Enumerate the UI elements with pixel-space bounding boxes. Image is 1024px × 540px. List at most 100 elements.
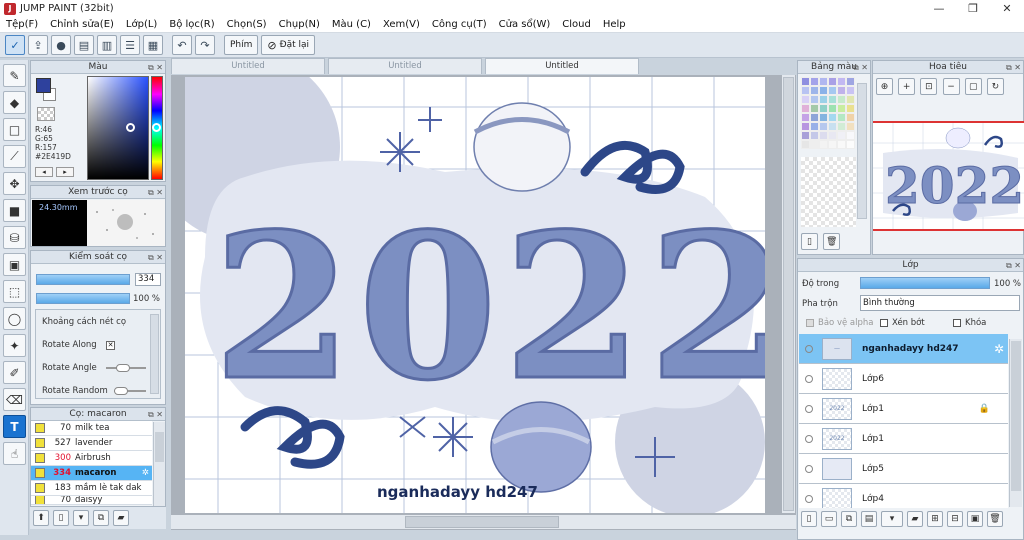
menu-window[interactable]: Cửa sổ(W) — [493, 19, 557, 30]
panel-float-icon[interactable]: ⧉ ✕ — [1006, 260, 1021, 272]
palette-swatch[interactable] — [819, 95, 828, 104]
spacing-option[interactable]: Khoảng cách nét cọ — [42, 317, 126, 327]
layer-settings-gear-icon[interactable]: ✲ — [994, 342, 1004, 356]
palette-swatch[interactable] — [801, 104, 810, 113]
palette-swatch[interactable] — [828, 104, 837, 113]
artwork-canvas[interactable]: 2022 nganhadayy hd247 — [185, 77, 765, 513]
reset-button[interactable]: ⊘ Đặt lại — [261, 35, 316, 55]
layer-visibility-icon[interactable] — [805, 434, 813, 443]
layer-visibility-icon[interactable] — [805, 404, 813, 413]
hand-tool-icon[interactable]: ☝ — [3, 442, 26, 465]
line-tool-icon[interactable]: ⟋ — [3, 145, 26, 168]
brush-download-icon[interactable]: ⬆ — [33, 510, 49, 526]
palette-scrollbar[interactable] — [857, 83, 867, 219]
brush-settings-gear-icon[interactable]: ✲ — [142, 468, 149, 478]
shortcut-key-button[interactable]: Phím — [224, 35, 259, 55]
palette-swatch[interactable] — [837, 86, 846, 95]
menu-select[interactable]: Chọn(S) — [221, 19, 273, 30]
zoom-fit-icon[interactable]: ⊕ — [876, 78, 893, 95]
fit-window-icon[interactable]: ⊡ — [920, 78, 938, 95]
palette-swatch[interactable] — [846, 95, 855, 104]
grid-edit-icon[interactable]: ▦ — [143, 35, 163, 55]
tab-untitled-active[interactable]: Untitled — [485, 58, 639, 74]
brush-item[interactable]: 183 mầm lè tak dak — [31, 481, 152, 496]
marquee-tool-icon[interactable]: ⬚ — [3, 280, 26, 303]
palette-swatch[interactable] — [828, 131, 837, 140]
blend-mode-select[interactable]: Bình thường — [860, 295, 1020, 311]
main-color-swatch[interactable] — [36, 78, 51, 93]
zoom-in-icon[interactable]: + — [898, 78, 916, 95]
palette-swatch[interactable] — [837, 77, 846, 86]
canvas-vertical-scrollbar[interactable] — [782, 75, 795, 513]
canvas-vscroll-thumb[interactable] — [783, 77, 794, 511]
bucket-tool-icon[interactable]: ⛁ — [3, 226, 26, 249]
copy-layer-icon[interactable]: ⧉ — [841, 511, 857, 527]
canvas-horizontal-scrollbar[interactable] — [171, 515, 796, 529]
layer-settings-icon[interactable]: ▤ — [861, 511, 877, 527]
palette-swatch[interactable] — [810, 104, 819, 113]
layer-folder-icon[interactable]: ▰ — [907, 511, 923, 527]
layer-list-scrollbar[interactable] — [1009, 339, 1022, 507]
maximize-button[interactable]: ❐ — [956, 0, 990, 17]
brush-item-selected[interactable]: 334 macaron ✲ — [31, 466, 152, 481]
delete-layer-icon[interactable]: 🗑 — [987, 511, 1003, 527]
menu-layer[interactable]: Lớp(L) — [120, 19, 163, 30]
layer-opacity-slider[interactable] — [860, 277, 990, 289]
rotate-random-option[interactable]: Rotate Random — [42, 386, 108, 396]
menu-help[interactable]: Help — [597, 19, 632, 30]
transparent-color-swatch[interactable] — [37, 107, 55, 121]
menu-view[interactable]: Xem(V) — [377, 19, 426, 30]
panel-float-icon[interactable]: ⧉ ✕ — [148, 187, 163, 199]
palette-swatch[interactable] — [828, 140, 837, 149]
menu-filter[interactable]: Bộ lọc(R) — [163, 19, 220, 30]
color-mode-button[interactable]: ◂ — [35, 167, 53, 177]
brush-tool-icon[interactable]: ✎ — [3, 64, 26, 87]
palette-swatch[interactable] — [846, 113, 855, 122]
palette-swatch[interactable] — [819, 113, 828, 122]
brush-list-scrollbar[interactable] — [153, 422, 165, 506]
brush-item[interactable]: 70 daisyy — [31, 496, 152, 505]
layer-visibility-icon[interactable] — [805, 464, 813, 473]
brush-opacity-slider[interactable] — [36, 293, 130, 304]
panel-icon[interactable]: ▤ — [74, 35, 94, 55]
layer-row[interactable]: Lớp6 — [799, 364, 1008, 394]
select-eraser-tool-icon[interactable]: ⌫ — [3, 388, 26, 411]
palette-swatch[interactable] — [837, 131, 846, 140]
rect-select-tool-icon[interactable]: □ — [3, 118, 26, 141]
palette-swatch[interactable] — [801, 95, 810, 104]
clipping-checkbox[interactable] — [880, 319, 888, 327]
palette-swatch[interactable] — [801, 113, 810, 122]
palette-swatch[interactable] — [846, 131, 855, 140]
actual-size-icon[interactable]: ▢ — [964, 78, 982, 95]
layer-row[interactable]: Lớp5 — [799, 454, 1008, 484]
new-brush-icon[interactable]: ▯ — [53, 510, 69, 526]
palette-swatch[interactable] — [837, 95, 846, 104]
brush-size-slider[interactable] — [36, 274, 130, 285]
brush-item[interactable]: 70 milk tea — [31, 421, 152, 436]
canvas-hscroll-thumb[interactable] — [405, 516, 559, 528]
palette-swatch[interactable] — [810, 122, 819, 131]
layer-visibility-icon[interactable] — [805, 344, 813, 353]
layer-menu-icon[interactable]: ▾ — [881, 511, 903, 527]
sv-cursor[interactable] — [126, 123, 135, 132]
menu-color[interactable]: Màu (C) — [326, 19, 377, 30]
redo-icon[interactable]: ↷ — [195, 35, 215, 55]
layer-list-scroll-thumb[interactable] — [1011, 341, 1021, 491]
select-pen-tool-icon[interactable]: ✐ — [3, 361, 26, 384]
layer-visibility-icon[interactable] — [805, 374, 813, 383]
palette-swatch[interactable] — [837, 113, 846, 122]
rotate-along-option[interactable]: Rotate Along — [42, 340, 97, 350]
alpha-protect-checkbox[interactable] — [806, 319, 814, 327]
palette-swatch[interactable] — [810, 77, 819, 86]
panel-float-icon[interactable]: ⧉ ✕ — [1006, 62, 1021, 74]
brush-folder-icon[interactable]: ▰ — [113, 510, 129, 526]
palette-swatch[interactable] — [828, 86, 837, 95]
layer-row-selected[interactable]: — nganhadayy hd247 ✲ — [799, 334, 1008, 364]
palette-swatch[interactable] — [810, 113, 819, 122]
palette-swatch[interactable] — [801, 77, 810, 86]
palette-swatch[interactable] — [819, 86, 828, 95]
copy-brush-icon[interactable]: ⧉ — [93, 510, 109, 526]
palette-swatch[interactable] — [837, 104, 846, 113]
palette-swatch[interactable] — [846, 122, 855, 131]
menu-file[interactable]: Tệp(F) — [0, 19, 44, 30]
